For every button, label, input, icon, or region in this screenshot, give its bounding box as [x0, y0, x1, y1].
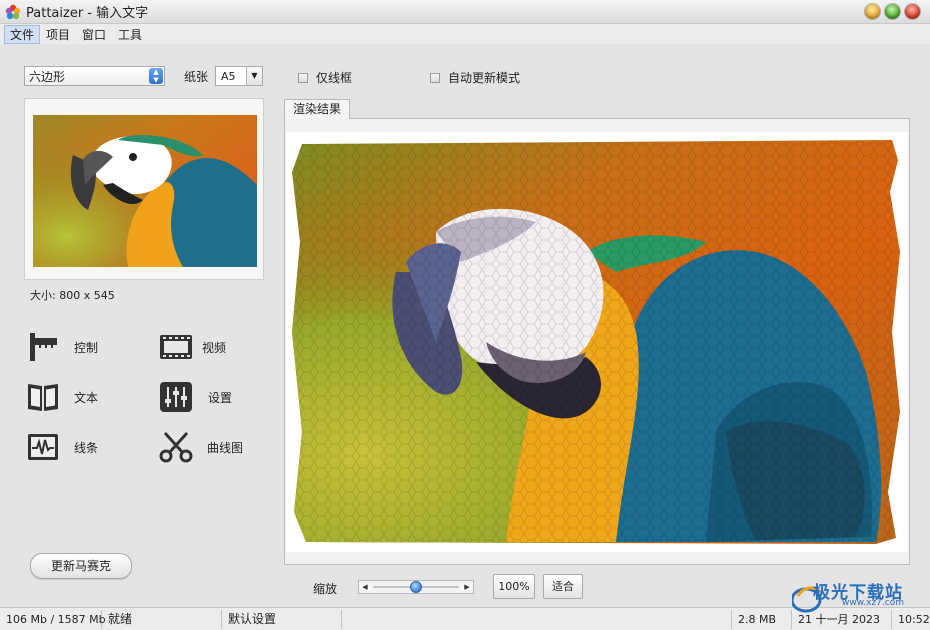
tool-control-label: 控制 — [74, 340, 99, 355]
ruler-icon — [25, 329, 61, 365]
status-bar: 106 Mb / 1587 Mb 就绪 默认设置 2.8 MB 21 十一月 2… — [0, 607, 930, 630]
title-bar: Pattaizer - 输入文字 — [0, 0, 930, 24]
parrot-thumbnail — [33, 115, 257, 267]
maximize-button[interactable] — [885, 4, 900, 19]
waveform-icon — [25, 429, 61, 465]
status-file-size: 2.8 MB — [732, 610, 792, 629]
chevron-left-icon[interactable]: ◀ — [359, 581, 371, 593]
paper-select-value: A5 — [221, 69, 236, 83]
zoom-fit-button[interactable]: 适合 — [543, 574, 583, 599]
zoom-label: 缩放 — [313, 582, 338, 596]
auto-update-label: 自动更新模式 — [448, 71, 521, 85]
status-preset: 默认设置 — [222, 610, 342, 629]
status-state: 就绪 — [102, 610, 222, 629]
scissors-icon — [158, 429, 194, 465]
mosaic-output-image — [292, 140, 900, 544]
shape-select-value: 六边形 — [29, 69, 66, 84]
close-button[interactable] — [905, 4, 920, 19]
auto-update-checkbox[interactable]: 自动更新模式 — [430, 69, 520, 86]
minimize-button[interactable] — [865, 4, 880, 19]
source-preview — [24, 98, 264, 280]
status-empty — [342, 610, 732, 629]
app-logo-icon — [5, 4, 21, 19]
render-canvas — [286, 132, 908, 552]
image-size-label: 大小: 800 x 545 — [30, 289, 115, 302]
tool-settings[interactable]: 设置 — [158, 379, 232, 415]
zoom-thumb[interactable] — [410, 581, 422, 593]
tool-video-label: 视频 — [202, 340, 227, 355]
update-mosaic-button[interactable]: 更新马赛克 — [30, 553, 132, 579]
tool-video[interactable]: 视频 — [158, 329, 226, 365]
window-title: Pattaizer - 输入文字 — [26, 6, 149, 21]
tool-text-label: 文本 — [74, 390, 99, 405]
paper-select[interactable]: A5 ▼ — [215, 66, 263, 86]
film-icon — [158, 329, 194, 365]
frame-only-label: 仅线框 — [316, 71, 353, 85]
render-panel — [284, 118, 910, 565]
checkbox-box[interactable] — [430, 72, 440, 83]
book-icon — [25, 379, 61, 415]
watermark-url: www.xz7.com — [842, 598, 904, 608]
tool-curves-label: 曲线图 — [207, 440, 244, 455]
tool-settings-label: 设置 — [208, 390, 233, 405]
menu-window[interactable]: 窗口 — [76, 25, 112, 44]
menu-file[interactable]: 文件 — [4, 24, 41, 44]
paper-label: 纸张 — [184, 70, 209, 84]
tool-text[interactable]: 文本 — [25, 379, 98, 415]
chevron-right-icon[interactable]: ▶ — [461, 581, 473, 593]
tool-curves[interactable]: 曲线图 — [158, 429, 243, 465]
menu-bar: 文件 项目 窗口 工具 — [0, 24, 930, 44]
menu-project[interactable]: 项目 — [40, 25, 76, 44]
shape-select[interactable]: 六边形 ▲ ▼ — [24, 66, 165, 86]
tab-render-result[interactable]: 渲染结果 — [284, 99, 351, 119]
tool-lines[interactable]: 线条 — [25, 429, 98, 465]
zoom-100-button[interactable]: 100% — [493, 574, 535, 599]
chevron-down-icon: ▼ — [246, 67, 262, 85]
menu-tools[interactable]: 工具 — [112, 25, 148, 44]
sliders-icon — [158, 379, 194, 415]
tool-lines-label: 线条 — [74, 440, 99, 455]
tool-control[interactable]: 控制 — [25, 329, 98, 365]
status-memory: 106 Mb / 1587 Mb — [0, 610, 106, 629]
checkbox-box[interactable] — [298, 72, 308, 83]
zoom-slider[interactable]: ◀ ▶ — [358, 580, 474, 594]
frame-only-checkbox[interactable]: 仅线框 — [298, 69, 352, 86]
updown-arrows-icon: ▲ ▼ — [149, 68, 163, 84]
